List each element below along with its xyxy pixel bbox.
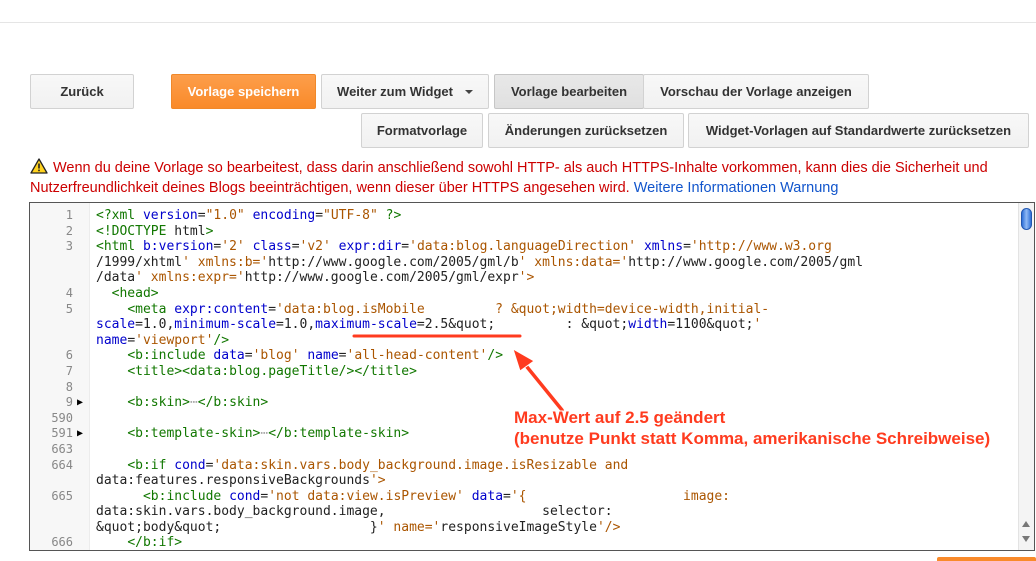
code-line[interactable]: /data' xmlns:expr='http://www.google.com… (30, 270, 1020, 286)
code-line[interactable]: /1999/xhtml' xmlns:b='http://www.google.… (30, 255, 1020, 271)
line-number: 9 (65, 395, 73, 410)
top-divider (0, 22, 1036, 23)
code-line[interactable]: 7 <title><data:blog.pageTitle/></title> (30, 364, 1020, 380)
code-text: name='viewport'/> (96, 332, 230, 348)
code-text: <?xml version="1.0" encoding="UTF-8" ?> (96, 208, 402, 223)
line-number: 663 (51, 441, 73, 456)
line-number: 665 (51, 488, 73, 503)
code-text: <title><data:blog.pageTitle/></title> (127, 363, 417, 379)
code-lines: 1 <?xml version="1.0" encoding="UTF-8" ?>… (30, 208, 1020, 551)
code-text: <head> (111, 285, 159, 301)
code-text: data:skin.vars.body_background.image, se… (96, 504, 613, 520)
code-text: data:features.responsiveBackgrounds'> (96, 473, 386, 489)
reset-changes-button[interactable]: Änderungen zurücksetzen (488, 113, 684, 148)
code-line[interactable]: 3 <html b:version='2' class='v2' expr:dir… (30, 239, 1020, 255)
save-template-button[interactable]: Vorlage speichern (171, 74, 316, 109)
code-line[interactable]: 666 </b:if> (30, 535, 1020, 551)
code-line[interactable]: 8 (30, 380, 1020, 396)
warning-triangle-icon (30, 158, 48, 174)
fold-arrow-icon[interactable]: ▶ (77, 426, 83, 442)
format-template-button[interactable]: Formatvorlage (361, 113, 483, 148)
annotation-note: Max-Wert auf 2.5 geändert (benutze Punkt… (514, 407, 990, 449)
template-code-editor[interactable]: 1 <?xml version="1.0" encoding="UTF-8" ?>… (29, 202, 1035, 551)
line-number: 666 (51, 535, 73, 550)
code-text: scale=1.0,minimum-scale=1.0,maximum-scal… (96, 317, 762, 333)
code-line[interactable]: data:skin.vars.body_background.image, se… (30, 504, 1020, 520)
code-text: &quot;body&quot; }' name='responsiveImag… (96, 519, 621, 535)
code-text: <b:include data='blog' name='all-head-co… (127, 348, 504, 364)
code-text: /1999/xhtml' xmlns:b='http://www.google.… (96, 254, 864, 270)
orange-button-edge (937, 557, 1036, 561)
warning-text: Wenn du deine Vorlage so bearbeitest, da… (30, 160, 988, 196)
scrollbar-thumb[interactable] (1021, 208, 1032, 230)
code-text: <b:skin>⋯</b:skin> (127, 395, 269, 411)
line-number: 2 (65, 223, 73, 238)
https-warning: Wenn du deine Vorlage so bearbeitest, da… (30, 158, 1034, 198)
code-text: <b:template-skin>⋯</b:template-skin> (127, 426, 410, 442)
editor-scrollbar[interactable] (1018, 203, 1034, 550)
code-line[interactable]: 1 <?xml version="1.0" encoding="UTF-8" ?> (30, 208, 1020, 224)
code-line[interactable]: 2 <!DOCTYPE html> (30, 224, 1020, 240)
line-number: 7 (65, 363, 73, 378)
code-text: </b:if> (127, 535, 183, 551)
chevron-down-icon (464, 89, 473, 94)
code-text: <!DOCTYPE html> (96, 223, 214, 239)
code-line[interactable]: data:features.responsiveBackgrounds'> (30, 473, 1020, 489)
code-text: <b:include cond='not data:view.isPreview… (142, 488, 731, 504)
line-number: 591 (51, 426, 73, 441)
code-line[interactable]: scale=1.0,minimum-scale=1.0,maximum-scal… (30, 317, 1020, 333)
preview-template-button[interactable]: Vorschau der Vorlage anzeigen (643, 74, 869, 109)
line-number: 8 (65, 379, 73, 394)
widget-dropdown-button[interactable]: Weiter zum Widget (321, 74, 489, 109)
code-line[interactable]: 4 <head> (30, 286, 1020, 302)
code-line[interactable]: 5 <meta expr:content='data:blog.isMobile… (30, 302, 1020, 318)
edit-template-button[interactable]: Vorlage bearbeiten (494, 74, 644, 109)
line-number: 3 (65, 239, 73, 254)
reset-widget-templates-button[interactable]: Widget-Vorlagen auf Standardwerte zurück… (688, 113, 1029, 148)
back-button[interactable]: Zurück (30, 74, 134, 109)
code-line[interactable]: name='viewport'/> (30, 333, 1020, 349)
line-number: 1 (65, 208, 73, 222)
code-text: <meta expr:content='data:blog.isMobile ?… (127, 301, 770, 317)
annotation-line-1: Max-Wert auf 2.5 geändert (514, 408, 726, 427)
code-line[interactable]: 664 <b:if cond='data:skin.vars.body_back… (30, 458, 1020, 474)
code-text: /data' xmlns:expr='http://www.google.com… (96, 270, 535, 286)
code-line[interactable]: 6 <b:include data='blog' name='all-head-… (30, 348, 1020, 364)
scroll-up-arrow-icon[interactable] (1022, 521, 1030, 527)
fold-arrow-icon[interactable]: ▶ (77, 395, 83, 411)
scroll-down-arrow-icon[interactable] (1022, 536, 1030, 542)
line-number: 664 (51, 457, 73, 472)
widget-dropdown-label: Weiter zum Widget (337, 84, 453, 99)
code-line[interactable]: &quot;body&quot; }' name='responsiveImag… (30, 520, 1020, 536)
code-text: <b:if cond='data:skin.vars.body_backgrou… (127, 457, 629, 473)
code-line[interactable]: 665 <b:include cond='not data:view.isPre… (30, 489, 1020, 505)
line-number: 5 (65, 301, 73, 316)
line-number: 4 (65, 285, 73, 300)
line-number: 6 (65, 348, 73, 363)
line-number: 590 (51, 410, 73, 425)
code-text: <html b:version='2' class='v2' expr:dir=… (96, 239, 832, 255)
more-info-warning-link[interactable]: Weitere Informationen Warnung (634, 180, 839, 196)
annotation-line-2: (benutze Punkt statt Komma, amerikanisch… (514, 429, 991, 448)
